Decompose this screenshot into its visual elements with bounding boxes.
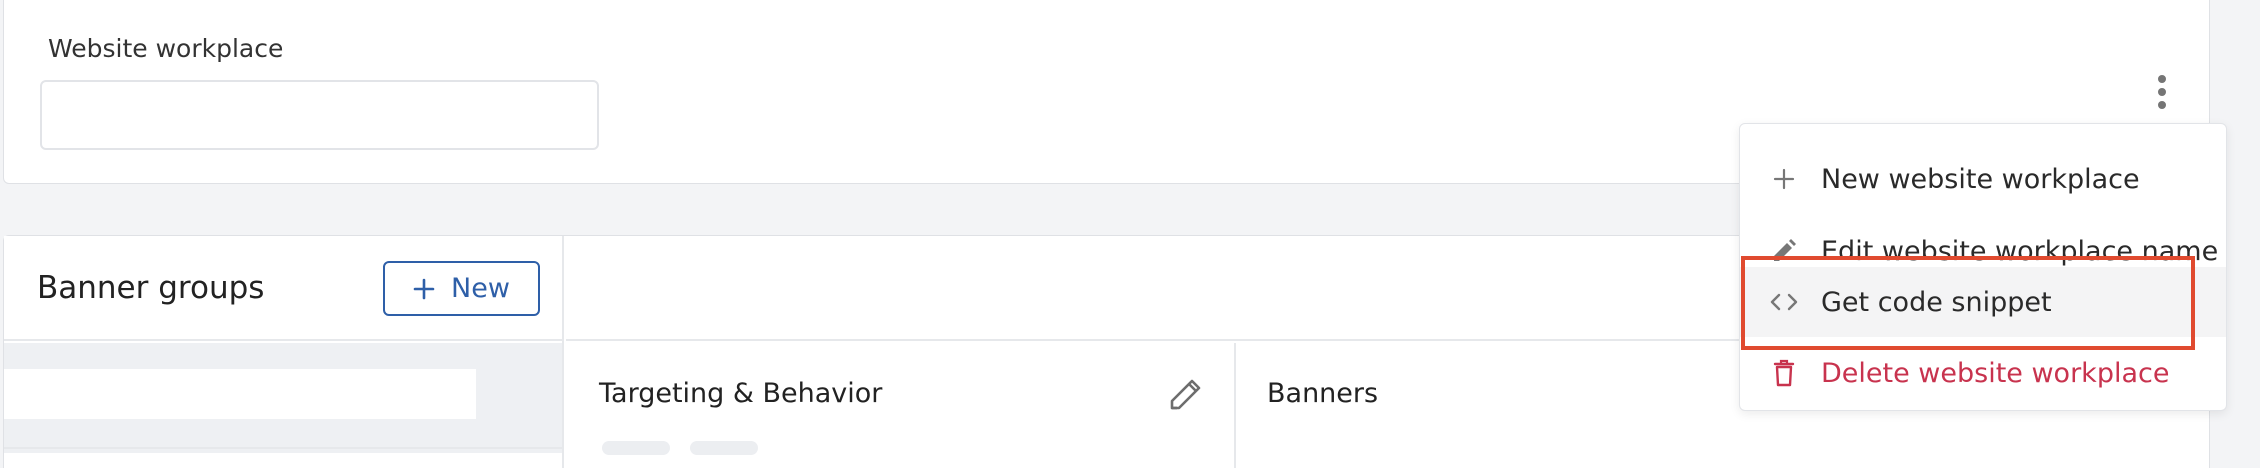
plus-icon [413, 278, 435, 299]
menu-item-new-website-workplace[interactable]: New website workplace [1740, 144, 2226, 214]
divider [4, 447, 562, 449]
targeting-panel: Targeting & Behavior [566, 343, 1236, 468]
menu-item-label: Delete website workplace [1821, 357, 2170, 389]
banner-groups-header: Banner groups New [4, 236, 562, 341]
menu-item-get-code-snippet[interactable]: Get code snippet [1740, 267, 2226, 337]
website-workplace-label: Website workplace [48, 34, 284, 63]
website-workplace-field[interactable] [40, 80, 599, 150]
new-banner-group-button[interactable]: New [383, 261, 540, 316]
targeting-chip [602, 441, 670, 455]
edit-targeting-button[interactable] [1163, 371, 1209, 417]
banner-groups-title: Banner groups [37, 270, 265, 306]
banner-groups-panel: Banner groups New [4, 236, 564, 468]
trash-icon [1767, 356, 1801, 390]
plus-icon [1767, 162, 1801, 196]
targeting-title: Targeting & Behavior [599, 378, 883, 409]
banner-groups-list [4, 343, 562, 453]
list-item[interactable] [4, 369, 476, 419]
menu-item-label: New website workplace [1821, 163, 2140, 195]
code-icon [1767, 285, 1801, 319]
banners-title: Banners [1267, 378, 1379, 409]
menu-item-label: Get code snippet [1821, 286, 2052, 318]
menu-item-delete-website-workplace[interactable]: Delete website workplace [1740, 338, 2226, 408]
targeting-chip [690, 441, 758, 455]
more-options-icon[interactable] [2142, 70, 2182, 114]
new-button-label: New [451, 273, 510, 304]
pencil-icon [1767, 234, 1801, 268]
pencil-icon [1170, 379, 1201, 410]
workplace-options-menu: New website workplace Edit website workp… [1739, 123, 2227, 411]
menu-item-label: Edit website workplace name [1821, 235, 2219, 267]
